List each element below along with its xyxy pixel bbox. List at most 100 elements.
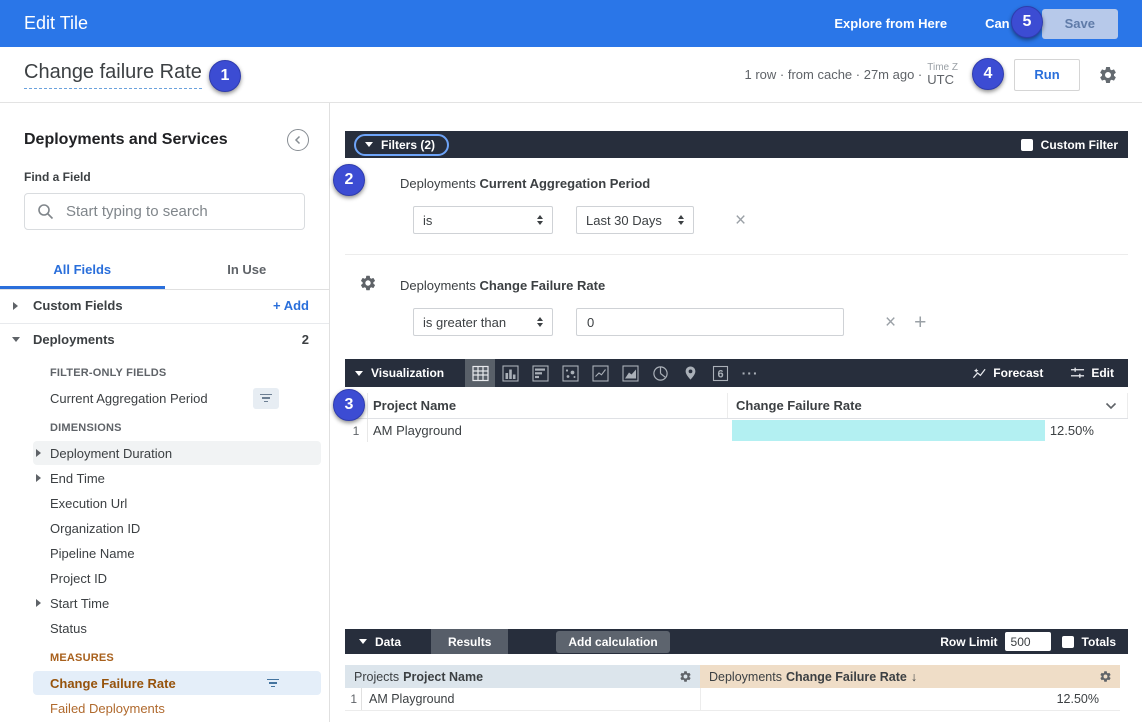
explore-from-here-link[interactable]: Explore from Here — [834, 16, 947, 31]
callout-4: 4 — [972, 58, 1004, 90]
row-number: 1 — [345, 688, 362, 710]
filters-toggle-button[interactable]: Filters (2) — [354, 134, 449, 156]
column-menu-chevron-icon[interactable] — [1105, 402, 1117, 410]
filter-settings-gear-icon[interactable] — [359, 274, 377, 292]
filter-row-aggregation-period: Deployments Current Aggregation Period i… — [345, 158, 1128, 255]
svg-text:6: 6 — [717, 368, 723, 380]
field-current-aggregation-period[interactable]: Current Aggregation Period — [33, 386, 321, 410]
viz-type-area-chart-icon[interactable] — [615, 359, 645, 387]
column-gear-icon[interactable] — [679, 670, 692, 683]
tile-title[interactable]: Change failure Rate — [24, 61, 202, 89]
column-header-project-name[interactable]: Projects Project Name — [345, 665, 700, 688]
filter-operator-select[interactable]: is — [413, 206, 553, 234]
filter-field-label: Deployments Current Aggregation Period — [400, 176, 1128, 191]
viz-column-project-name[interactable]: Project Name — [368, 398, 727, 413]
viz-type-pie-chart-icon[interactable] — [645, 359, 675, 387]
filter-only-fields-section-label: FILTER-ONLY FIELDS — [50, 367, 329, 379]
cell-project-name[interactable]: AM Playground — [368, 423, 727, 438]
column-gear-icon[interactable] — [1099, 670, 1112, 683]
search-icon — [37, 203, 54, 220]
totals-label: Totals — [1082, 635, 1116, 649]
field-status[interactable]: Status — [33, 616, 321, 640]
viz-table-row[interactable]: 1 AM Playground 12.50% — [345, 419, 1128, 442]
remove-filter-icon[interactable]: × — [885, 313, 896, 332]
field-search-box[interactable] — [24, 193, 305, 230]
viz-type-single-value-icon[interactable]: 6 — [705, 359, 735, 387]
field-deployment-duration[interactable]: Deployment Duration — [33, 441, 321, 465]
top-app-bar: Edit Tile Explore from Here Can Save — [0, 0, 1142, 47]
fields-in-use-count: 2 — [302, 332, 309, 347]
expand-caret-icon[interactable] — [36, 449, 41, 457]
expand-caret-icon[interactable] — [13, 302, 18, 310]
viz-type-table-icon[interactable] — [465, 359, 495, 387]
expand-caret-icon[interactable] — [36, 599, 41, 607]
filter-value-input[interactable] — [576, 308, 844, 336]
add-calculation-button[interactable]: Add calculation — [556, 631, 669, 653]
filter-applied-icon[interactable] — [267, 679, 279, 688]
custom-filter-label: Custom Filter — [1041, 138, 1118, 152]
visualization-section-header: Visualization — [345, 359, 1128, 387]
field-start-time[interactable]: Start Time — [33, 591, 321, 615]
viz-type-line-chart-icon[interactable] — [585, 359, 615, 387]
row-number: 1 — [345, 419, 368, 442]
cell-change-failure-rate[interactable]: 12.50% — [700, 688, 1120, 710]
field-project-id[interactable]: Project ID — [33, 566, 321, 590]
callout-3: 3 — [333, 389, 365, 421]
column-header-change-failure-rate[interactable]: Deployments Change Failure Rate ↓ — [700, 665, 1120, 688]
cell-project-name[interactable]: AM Playground — [362, 692, 454, 706]
field-failed-deployments[interactable]: Failed Deployments — [33, 696, 321, 720]
run-button[interactable]: Run — [1014, 59, 1080, 91]
results-table-row[interactable]: 1 AM Playground 12.50% — [345, 688, 1120, 711]
field-organization-id[interactable]: Organization ID — [33, 516, 321, 540]
expand-caret-icon[interactable] — [36, 474, 41, 482]
query-status-text: 1 row · from cache · 27m ago · — [745, 67, 923, 82]
timezone-value: UTC — [927, 73, 954, 87]
viz-type-bar-chart-icon[interactable] — [525, 359, 555, 387]
cell-change-failure-rate[interactable]: 12.50% — [727, 419, 1128, 442]
add-custom-field-button[interactable]: + Add — [273, 298, 309, 313]
totals-checkbox[interactable] — [1062, 636, 1074, 648]
query-settings-gear-icon[interactable] — [1098, 65, 1118, 85]
field-execution-url[interactable]: Execution Url — [33, 491, 321, 515]
cancel-link[interactable]: Can — [985, 16, 1010, 31]
remove-filter-icon[interactable]: × — [735, 211, 746, 230]
field-picker-sidebar: Deployments and Services Find a Field Al… — [0, 103, 330, 722]
explore-main-area: Filters (2) Custom Filter Deployments Cu… — [330, 103, 1142, 722]
data-toggle-button[interactable]: Data — [345, 635, 401, 649]
forecast-icon — [972, 366, 987, 380]
value-label: 12.50% — [1050, 423, 1094, 438]
field-tabs: All Fields In Use — [0, 251, 329, 290]
forecast-button[interactable]: Forecast — [972, 366, 1043, 380]
collapse-sidebar-icon[interactable] — [287, 129, 309, 151]
field-change-failure-rate[interactable]: Change Failure Rate — [33, 671, 321, 695]
save-button[interactable]: Save — [1042, 9, 1118, 39]
select-arrows-icon — [678, 215, 684, 225]
tab-results[interactable]: Results — [431, 629, 508, 654]
tab-in-use[interactable]: In Use — [165, 251, 330, 289]
deployments-group[interactable]: Deployments 2 — [0, 324, 329, 355]
collapse-caret-icon[interactable] — [12, 337, 20, 342]
filter-value-select[interactable]: Last 30 Days — [576, 206, 694, 234]
add-filter-condition-icon[interactable]: + — [914, 312, 926, 333]
row-limit-input[interactable] — [1005, 632, 1051, 651]
field-end-time[interactable]: End Time — [33, 466, 321, 490]
value-bar — [732, 420, 1045, 441]
edit-visualization-button[interactable]: Edit — [1070, 366, 1114, 380]
field-search-input[interactable] — [66, 203, 292, 220]
viz-type-column-chart-icon[interactable] — [495, 359, 525, 387]
page-title: Edit Tile — [24, 13, 88, 34]
viz-column-change-failure-rate[interactable]: Change Failure Rate — [727, 393, 1128, 418]
measures-section-label: MEASURES — [50, 652, 329, 664]
custom-filter-checkbox[interactable] — [1021, 139, 1033, 151]
tab-all-fields[interactable]: All Fields — [0, 251, 165, 289]
viz-type-scatter-icon[interactable] — [555, 359, 585, 387]
filter-operator-select[interactable]: is greater than — [413, 308, 553, 336]
collapse-caret-icon[interactable] — [355, 371, 363, 376]
custom-fields-group[interactable]: Custom Fields + Add — [0, 290, 329, 321]
viz-type-more-icon[interactable]: ··· — [735, 359, 765, 387]
filter-applied-icon[interactable] — [253, 388, 279, 409]
field-pipeline-name[interactable]: Pipeline Name — [33, 541, 321, 565]
timezone-block: Time Z UTC — [927, 62, 958, 87]
filter-row-change-failure-rate: Deployments Change Failure Rate is great… — [345, 255, 1128, 359]
viz-type-map-pin-icon[interactable] — [675, 359, 705, 387]
